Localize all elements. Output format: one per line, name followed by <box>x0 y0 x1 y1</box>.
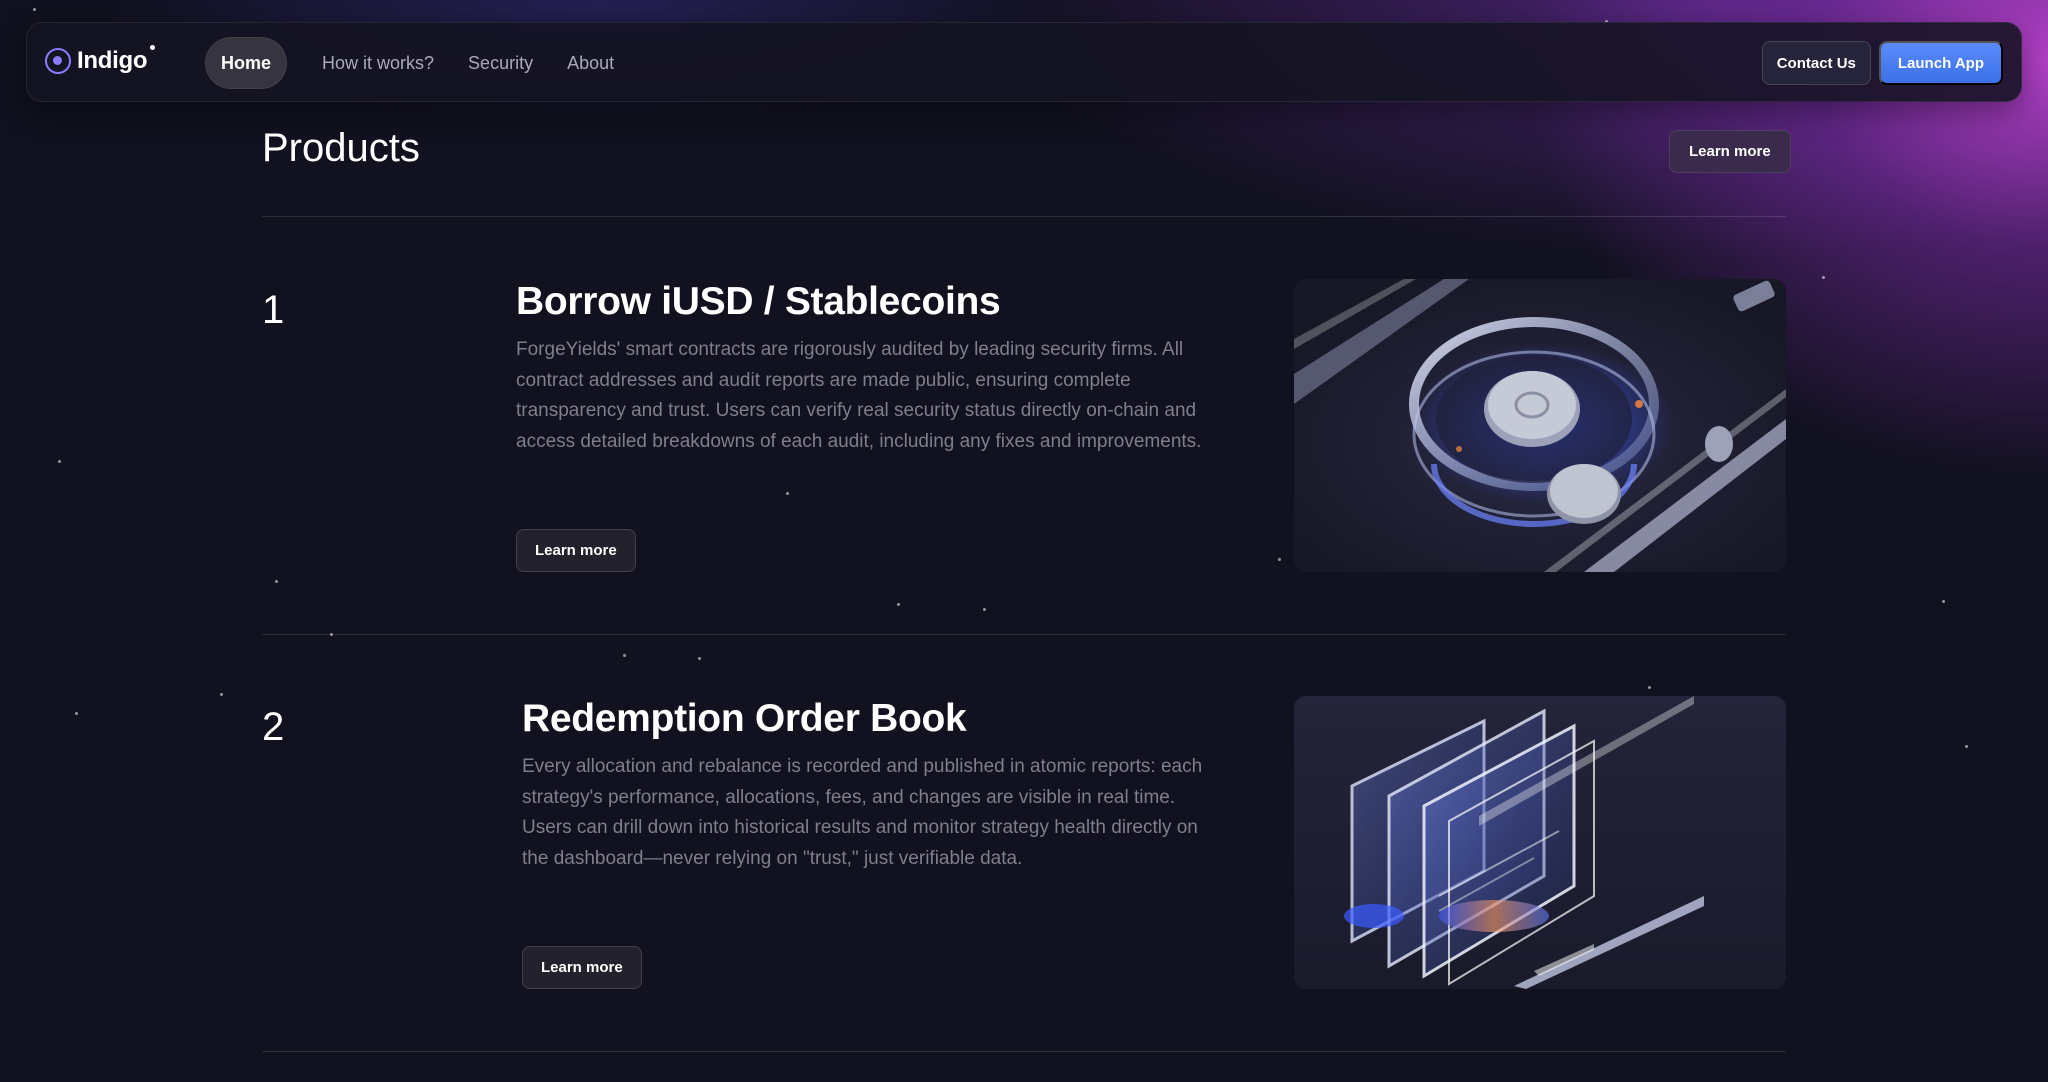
product-learn-more-button[interactable]: Learn more <box>522 946 642 989</box>
nav-actions: Contact Us Launch App <box>1761 41 2003 85</box>
products-title: Products <box>262 126 420 170</box>
product-image-glass-panels <box>1294 696 1786 989</box>
product-description: ForgeYields' smart contracts are rigorou… <box>516 339 1202 452</box>
top-navbar: Indigo Home How it works? Security About… <box>26 22 2022 102</box>
product-title: Borrow iUSD / Stablecoins <box>516 280 1001 323</box>
product-description: Every allocation and rebalance is record… <box>522 756 1203 869</box>
logo-dot <box>150 45 156 50</box>
section-divider <box>262 1051 1786 1052</box>
products-learn-more-button[interactable]: Learn more <box>1669 130 1791 173</box>
logo-text: Indigo <box>77 45 156 75</box>
section-divider <box>262 634 1786 635</box>
nav-link-about[interactable]: About <box>550 37 631 89</box>
nav-link-security[interactable]: Security <box>451 37 550 89</box>
logo-icon <box>45 48 71 74</box>
product-image-coin-vault <box>1294 279 1786 572</box>
nav-link-home[interactable]: Home <box>205 37 288 89</box>
section-divider <box>262 216 1786 217</box>
product-number: 2 <box>262 705 285 749</box>
launch-app-button[interactable]: Launch App <box>1878 41 2003 85</box>
contact-us-button[interactable]: Contact Us <box>1761 41 1871 85</box>
logo[interactable]: Indigo <box>45 45 156 75</box>
product-number: 1 <box>262 288 285 332</box>
product-title: Redemption Order Book <box>522 697 967 740</box>
nav-link-how-it-works[interactable]: How it works? <box>305 37 451 89</box>
product-learn-more-button[interactable]: Learn more <box>516 529 636 572</box>
nav-links: Home How it works? Security About <box>205 37 631 89</box>
